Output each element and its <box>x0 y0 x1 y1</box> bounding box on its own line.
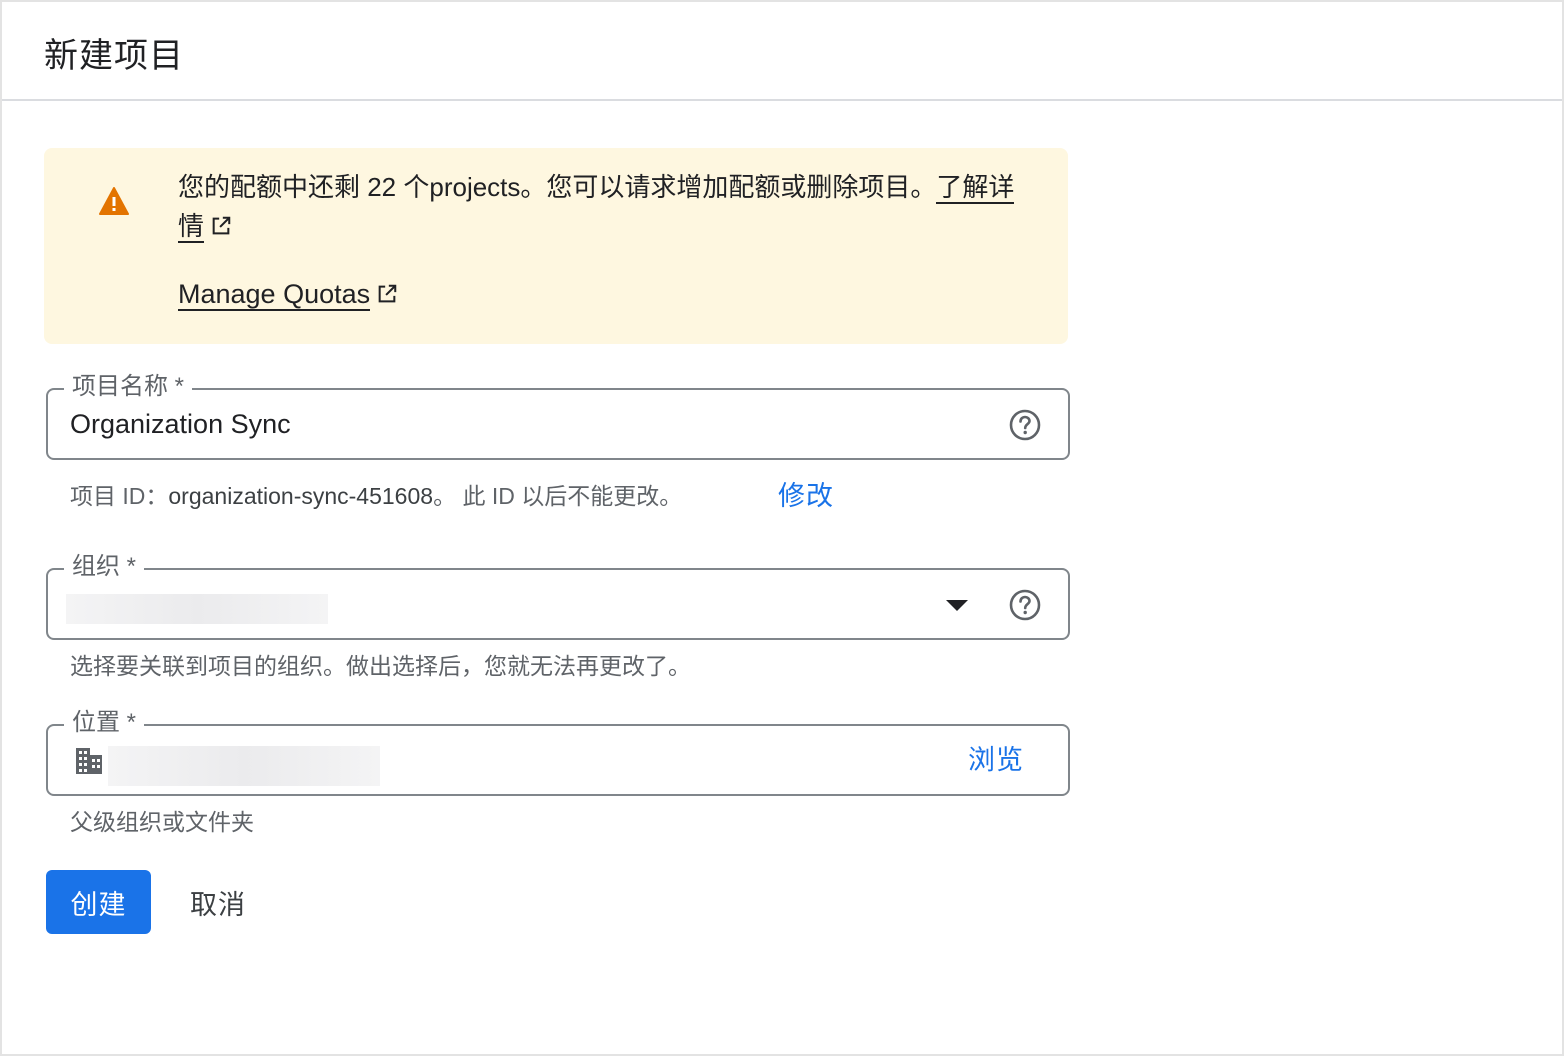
dropdown-arrow-icon[interactable] <box>946 600 968 611</box>
edit-project-id-button[interactable]: 修改 <box>778 478 834 514</box>
project-id-suffix: 。 此 ID 以后不能更改。 <box>433 483 683 509</box>
create-button[interactable]: 创建 <box>46 870 151 934</box>
help-icon[interactable] <box>1008 588 1042 622</box>
project-name-input[interactable]: Organization Sync <box>70 406 291 442</box>
open-in-new-icon <box>212 216 231 235</box>
quota-message-text: 您的配额中还剩 22 个projects。您可以请求增加配额或删除项目。 <box>178 172 937 202</box>
organization-hint: 选择要关联到项目的组织。做出选择后，您就无法再更改了。 <box>70 653 691 679</box>
browse-button[interactable]: 浏览 <box>968 742 1024 778</box>
cancel-button[interactable]: 取消 <box>170 870 266 934</box>
location-hint: 父级组织或文件夹 <box>70 809 254 835</box>
warning-triangle-icon <box>99 187 129 215</box>
open-in-new-icon <box>378 284 397 303</box>
location-value-redacted <box>108 746 380 786</box>
project-name-field[interactable]: 项目名称 * Organization Sync <box>46 370 1070 460</box>
page-header: 新建项目 <box>2 2 1562 101</box>
manage-quotas-link[interactable]: Manage Quotas <box>178 279 371 311</box>
project-id-value: organization-sync-451608 <box>168 483 434 509</box>
project-id-hint: 项目 ID：organization-sync-451608。 此 ID 以后不… <box>70 480 682 512</box>
location-label: 位置 * <box>64 706 145 740</box>
manage-quotas-row: Manage Quotas <box>178 276 398 312</box>
quota-warning-banner: 您的配额中还剩 22 个projects。您可以请求增加配额或删除项目。了解详情… <box>44 148 1068 344</box>
building-icon <box>76 748 102 774</box>
quota-message: 您的配额中还剩 22 个projects。您可以请求增加配额或删除项目。了解详情 <box>178 168 1038 246</box>
location-field[interactable]: 位置 * 浏览 <box>46 706 1070 796</box>
page-title: 新建项目 <box>44 37 184 75</box>
project-id-prefix: 项目 ID： <box>70 483 169 509</box>
organization-label: 组织 * <box>64 550 145 584</box>
organization-value-redacted <box>66 594 328 624</box>
help-icon[interactable] <box>1008 408 1042 442</box>
organization-select[interactable]: 组织 * <box>46 550 1070 640</box>
dialog-frame: 新建项目 您的配额中还剩 22 个projects。您可以请求增加配额或删除项目… <box>0 0 1564 1056</box>
project-name-label: 项目名称 * <box>64 370 193 404</box>
